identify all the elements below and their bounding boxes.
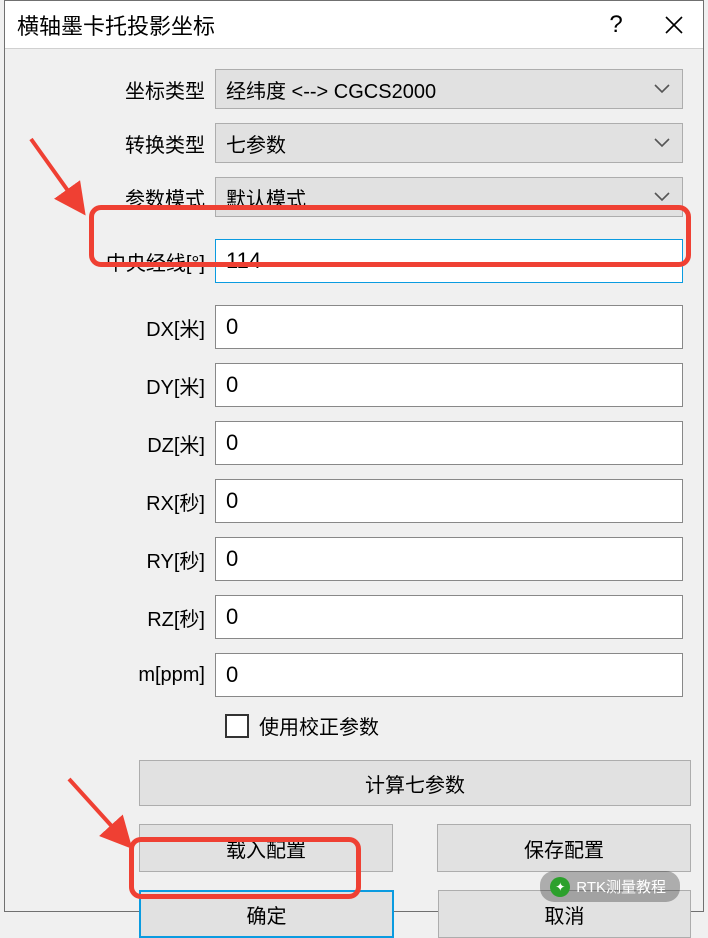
select-param-mode[interactable]: 默认模式 xyxy=(215,177,683,217)
form-area: 坐标类型 经纬度 <--> CGCS2000 转换类型 七参数 参数模式 默认模… xyxy=(5,49,703,938)
label-use-correction: 使用校正参数 xyxy=(259,711,379,740)
input-dx[interactable] xyxy=(215,305,683,349)
input-central-meridian[interactable] xyxy=(215,239,683,283)
ok-button[interactable]: 确定 xyxy=(139,890,394,938)
label-rz: RZ[秒] xyxy=(25,603,215,632)
input-dy[interactable] xyxy=(215,363,683,407)
select-coord-type-value: 经纬度 <--> CGCS2000 xyxy=(226,75,436,104)
input-rz[interactable] xyxy=(215,595,683,639)
row-coord-type: 坐标类型 经纬度 <--> CGCS2000 xyxy=(25,69,683,109)
label-coord-type: 坐标类型 xyxy=(25,75,215,104)
dialog-window: 横轴墨卡托投影坐标 ? 坐标类型 经纬度 <--> CGCS2000 转换类型 … xyxy=(4,0,704,912)
label-param-mode: 参数模式 xyxy=(25,183,215,212)
input-dz[interactable] xyxy=(215,421,683,465)
select-coord-type[interactable]: 经纬度 <--> CGCS2000 xyxy=(215,69,683,109)
row-trans-type: 转换类型 七参数 xyxy=(25,123,683,163)
label-dz: DZ[米] xyxy=(25,429,215,458)
row-central-meridian: 中央经线[°] xyxy=(25,239,683,283)
calc-button-label: 计算七参数 xyxy=(365,769,465,798)
close-button[interactable] xyxy=(645,1,703,49)
row-rz: RZ[秒] xyxy=(25,595,683,639)
load-config-button[interactable]: 载入配置 xyxy=(139,824,393,872)
label-rx: RX[秒] xyxy=(25,487,215,516)
row-m: m[ppm] xyxy=(25,653,683,697)
select-trans-type-value: 七参数 xyxy=(226,129,286,158)
row-use-correction: 使用校正参数 xyxy=(225,711,683,740)
row-rx: RX[秒] xyxy=(25,479,683,523)
watermark-text: RTK测量教程 xyxy=(576,876,666,897)
label-m: m[ppm] xyxy=(25,664,215,687)
select-param-mode-value: 默认模式 xyxy=(226,183,306,212)
label-dx: DX[米] xyxy=(25,313,215,342)
row-dz: DZ[米] xyxy=(25,421,683,465)
row-dx: DX[米] xyxy=(25,305,683,349)
help-button[interactable]: ? xyxy=(587,1,645,49)
titlebar: 横轴墨卡托投影坐标 ? xyxy=(5,1,703,49)
select-trans-type[interactable]: 七参数 xyxy=(215,123,683,163)
window-title: 横轴墨卡托投影坐标 xyxy=(17,9,587,41)
calc-seven-param-button[interactable]: 计算七参数 xyxy=(139,760,691,806)
row-dy: DY[米] xyxy=(25,363,683,407)
checkbox-use-correction[interactable] xyxy=(225,714,249,738)
save-config-button[interactable]: 保存配置 xyxy=(437,824,691,872)
row-param-mode: 参数模式 默认模式 xyxy=(25,177,683,217)
input-rx[interactable] xyxy=(215,479,683,523)
input-m[interactable] xyxy=(215,653,683,697)
input-ry[interactable] xyxy=(215,537,683,581)
chevron-down-icon xyxy=(654,192,670,202)
row-ry: RY[秒] xyxy=(25,537,683,581)
label-dy: DY[米] xyxy=(25,371,215,400)
watermark: ✦ RTK测量教程 xyxy=(540,871,680,902)
config-button-row: 载入配置 保存配置 xyxy=(139,824,691,872)
cancel-button-label: 取消 xyxy=(545,900,585,929)
load-config-label: 载入配置 xyxy=(226,834,306,863)
save-config-label: 保存配置 xyxy=(524,834,604,863)
label-ry: RY[秒] xyxy=(25,545,215,574)
label-central-meridian: 中央经线[°] xyxy=(25,247,215,276)
wechat-icon: ✦ xyxy=(550,877,570,897)
label-trans-type: 转换类型 xyxy=(25,129,215,158)
chevron-down-icon xyxy=(654,138,670,148)
ok-button-label: 确定 xyxy=(247,900,287,929)
close-icon xyxy=(665,16,683,34)
chevron-down-icon xyxy=(654,84,670,94)
